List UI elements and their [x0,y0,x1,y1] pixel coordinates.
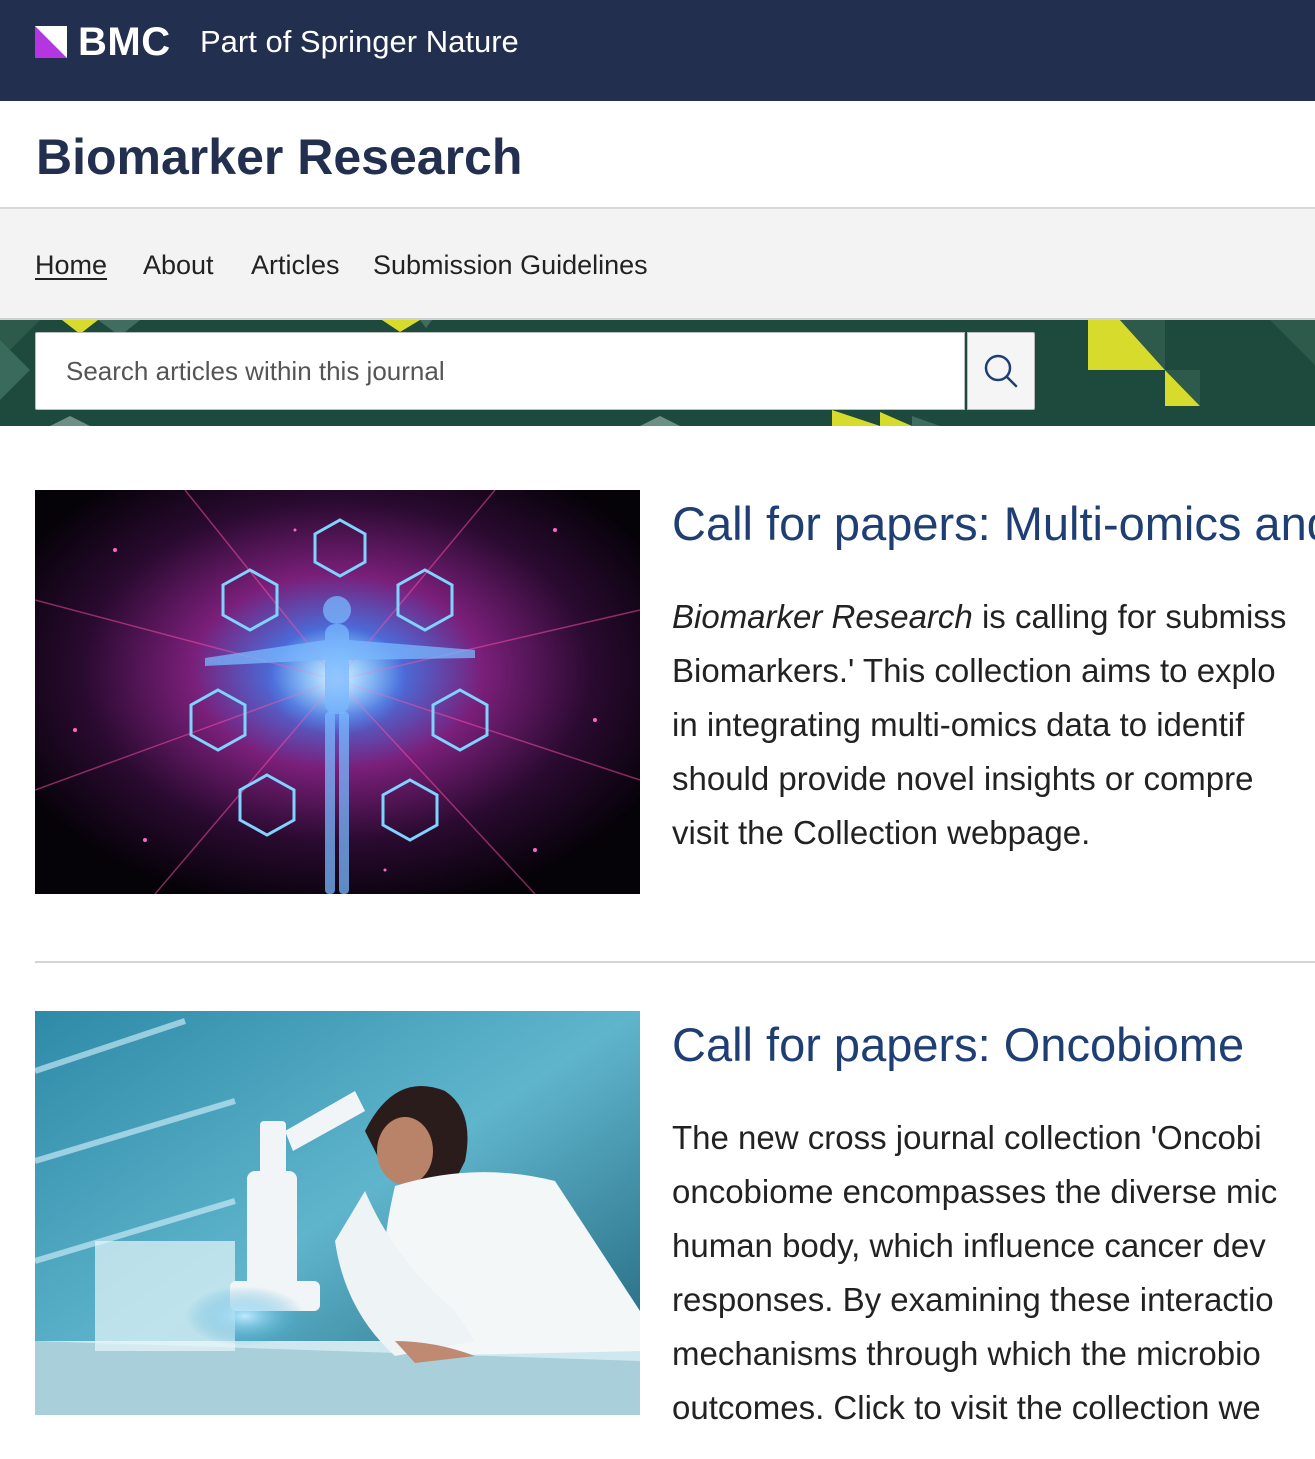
journal-name-italic: Biomarker Research [672,598,973,635]
article-thumbnail-oncobiome[interactable] [35,1011,640,1415]
nav-item-articles[interactable]: Articles [251,249,340,281]
summary-line: in integrating multi-omics data to ident… [672,706,1245,743]
summary-line: mechanisms through which the microbio [672,1335,1261,1372]
summary-text: is calling for submiss [972,598,1287,635]
journal-title[interactable]: Biomarker Research [36,127,522,187]
summary-line: Biomarker Research is calling for submis… [672,590,1315,644]
summary-line: responses. By examining these interactio [672,1281,1274,1318]
article-divider [35,961,1315,963]
summary-line: Biomarkers.' This collection aims to exp… [672,652,1276,689]
search-input[interactable] [35,332,965,410]
search-banner [0,320,1315,426]
scientist-microscope-image [35,1011,640,1415]
summary-line: The new cross journal collection 'Oncobi [672,1119,1262,1156]
article-title-oncobiome[interactable]: Call for papers: Oncobiome [672,1017,1244,1073]
brand-name[interactable]: BMC [78,20,171,64]
springer-nature-tagline: Part of Springer Nature [200,24,519,59]
article-thumbnail-multi-omics[interactable] [35,490,640,894]
article-summary: Biomarker Research is calling for submis… [672,590,1315,860]
summary-line: should provide novel insights or compre [672,760,1254,797]
search-button[interactable] [967,332,1035,410]
summary-line: outcomes. Click to visit the collection … [672,1389,1261,1426]
article-summary: The new cross journal collection 'Oncobi… [672,1111,1315,1435]
search-icon [984,354,1018,388]
article-title-multi-omics[interactable]: Call for papers: Multi-omics and [672,496,1315,552]
journal-header: Biomarker Research [0,101,1315,209]
nav-item-submission-guidelines[interactable]: Submission Guidelines [373,249,648,281]
summary-line: visit the Collection webpage. [672,814,1091,851]
summary-line: human body, which influence cancer dev [672,1227,1266,1264]
digital-human-image [35,490,640,894]
site-header: BMC Part of Springer Nature [0,0,1315,101]
nav-item-home[interactable]: Home [35,249,107,281]
bmc-logo-icon[interactable] [35,26,67,58]
nav-item-about[interactable]: About [143,249,214,281]
journal-nav: Home About Articles Submission Guideline… [0,209,1315,320]
summary-line: oncobiome encompasses the diverse mic [672,1173,1278,1210]
